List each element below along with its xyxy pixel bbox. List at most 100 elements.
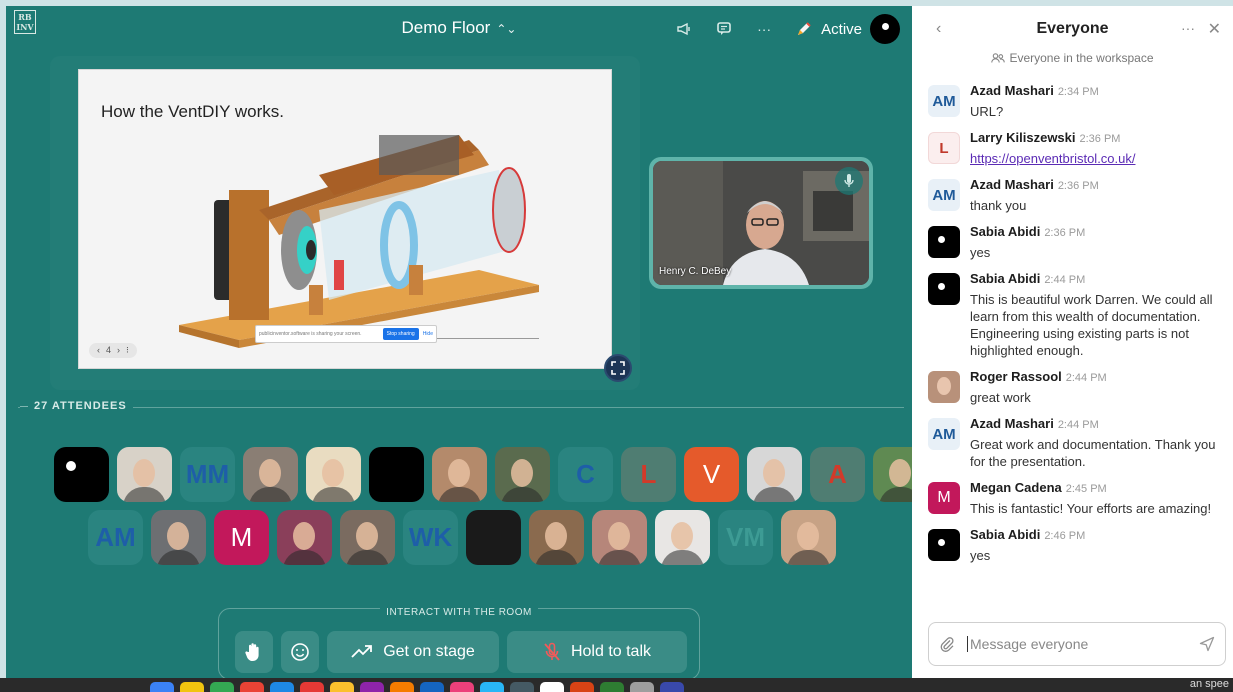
message-author[interactable]: Azad Mashari — [970, 177, 1054, 192]
message-avatar[interactable] — [928, 226, 960, 258]
attendee-initials: M — [230, 522, 253, 552]
dock-app-icon[interactable] — [180, 682, 204, 692]
photo-body — [346, 550, 389, 565]
dock-app-icon[interactable] — [480, 682, 504, 692]
attendee-avatar[interactable]: WK — [403, 510, 458, 565]
reaction-button[interactable] — [281, 631, 319, 673]
message-input[interactable] — [967, 636, 1187, 652]
chat-more-icon[interactable]: ··· — [1181, 20, 1195, 36]
slide-navigation[interactable]: ‹ 4 › ⁝ — [89, 343, 137, 358]
attendee-photo[interactable] — [432, 447, 487, 502]
dock-app-icon[interactable] — [570, 682, 594, 692]
get-on-stage-button[interactable]: Get on stage — [327, 631, 499, 673]
dock-app-icon[interactable] — [360, 682, 384, 692]
attendee-photo[interactable] — [277, 510, 332, 565]
dock-app-icon[interactable] — [150, 682, 174, 692]
message-author[interactable]: Sabia Abidi — [970, 527, 1040, 542]
speaker-video: Henry C. DeBey — [653, 161, 869, 285]
attendee-avatar[interactable]: MM — [180, 447, 235, 502]
photo-face — [797, 522, 819, 550]
attendee-avatar[interactable]: L — [621, 447, 676, 502]
chat-message: Roger Rassool 2:44 PM great work — [926, 368, 1226, 406]
attendee-photo[interactable] — [243, 447, 298, 502]
dock-app-icon[interactable] — [240, 682, 264, 692]
dock-app-icon[interactable] — [210, 682, 234, 692]
attendee-avatar[interactable]: AM — [88, 510, 143, 565]
my-avatar[interactable] — [870, 14, 900, 44]
avatar-dot — [66, 461, 76, 471]
message-header: Azad Mashari 2:34 PM — [970, 82, 1226, 100]
message-avatar[interactable]: M — [928, 482, 960, 514]
message-author[interactable]: Sabia Abidi — [970, 271, 1040, 286]
dock-app-icon[interactable] — [540, 682, 564, 692]
attendee-photo[interactable] — [495, 447, 550, 502]
slide-next-button[interactable]: › — [117, 345, 120, 356]
paperclip-icon[interactable] — [939, 636, 955, 652]
attendee-avatar[interactable]: VM — [718, 510, 773, 565]
megaphone-icon[interactable] — [675, 20, 693, 38]
hide-share-bar-link[interactable]: Hide — [423, 331, 433, 337]
message-body: Great work and documentation. Thank you … — [970, 437, 1216, 469]
close-icon[interactable]: ✕ — [1208, 19, 1221, 39]
message-avatar[interactable]: AM — [928, 179, 960, 211]
message-header: Sabia Abidi 2:44 PM — [970, 270, 1226, 288]
dock-app-icon[interactable] — [450, 682, 474, 692]
attendee-photo[interactable] — [655, 510, 710, 565]
dock-app-icon[interactable] — [390, 682, 414, 692]
dock-app-icon[interactable] — [330, 682, 354, 692]
attendee-avatar[interactable]: M — [214, 510, 269, 565]
message-avatar[interactable]: AM — [928, 418, 960, 450]
message-author[interactable]: Azad Mashari — [970, 416, 1054, 431]
dock-app-icon[interactable] — [300, 682, 324, 692]
more-icon[interactable]: ··· — [755, 20, 773, 38]
message-avatar[interactable] — [928, 273, 960, 305]
message-avatar[interactable] — [928, 529, 960, 561]
attendee-initials: L — [640, 459, 657, 489]
attendee-avatar[interactable] — [466, 510, 521, 565]
message-author[interactable]: Larry Kiliszewski — [970, 130, 1076, 145]
slide-prev-button[interactable]: ‹ — [97, 345, 100, 356]
dock-app-icon[interactable] — [660, 682, 684, 692]
message-author[interactable]: Roger Rassool — [970, 369, 1062, 384]
attendee-photo[interactable] — [340, 510, 395, 565]
attendee-avatar[interactable]: C — [558, 447, 613, 502]
dock-app-icon[interactable] — [510, 682, 534, 692]
send-icon[interactable] — [1199, 636, 1215, 652]
dock-app-icon[interactable] — [630, 682, 654, 692]
attendee-photo[interactable] — [117, 447, 172, 502]
dock-app-icon[interactable] — [600, 682, 624, 692]
attendee-avatar[interactable] — [54, 447, 109, 502]
message-avatar[interactable] — [928, 371, 960, 403]
message-author[interactable]: Sabia Abidi — [970, 224, 1040, 239]
message-author[interactable]: Megan Cadena — [970, 480, 1062, 495]
message-link[interactable]: https://openventbristol.co.uk/ — [970, 151, 1135, 166]
attendee-photo[interactable] — [592, 510, 647, 565]
message-body: This is beautiful work Darren. We could … — [970, 292, 1213, 358]
chat-bubble-icon[interactable] — [715, 20, 733, 38]
dock-app-icon[interactable] — [420, 682, 444, 692]
attendee-avatar[interactable]: V — [684, 447, 739, 502]
attendee-photo[interactable] — [306, 447, 361, 502]
attendee-initials: AM — [95, 522, 136, 552]
status-toggle[interactable]: Active — [795, 14, 900, 44]
photo-face — [293, 522, 315, 550]
attendee-photo[interactable] — [747, 447, 802, 502]
message-avatar[interactable]: AM — [928, 85, 960, 117]
message-avatar[interactable]: L — [928, 132, 960, 164]
slide-menu-button[interactable]: ⁝ — [126, 345, 129, 356]
stop-sharing-button[interactable]: Stop sharing — [382, 328, 419, 340]
speaker-video-tile[interactable]: Henry C. DeBey — [649, 157, 873, 289]
attendee-photo[interactable] — [151, 510, 206, 565]
attendee-avatar[interactable]: A — [810, 447, 865, 502]
photo-body — [753, 487, 796, 502]
raise-hand-button[interactable] — [235, 631, 273, 673]
hold-to-talk-button[interactable]: Hold to talk — [507, 631, 687, 673]
top-actions: ··· Active — [675, 14, 900, 44]
fullscreen-button[interactable] — [604, 354, 632, 382]
dock-app-icon[interactable] — [270, 682, 294, 692]
message-author[interactable]: Azad Mashari — [970, 83, 1054, 98]
attendee-photo[interactable] — [529, 510, 584, 565]
photo-body — [157, 550, 200, 565]
attendee-photo[interactable] — [781, 510, 836, 565]
attendee-avatar[interactable] — [369, 447, 424, 502]
